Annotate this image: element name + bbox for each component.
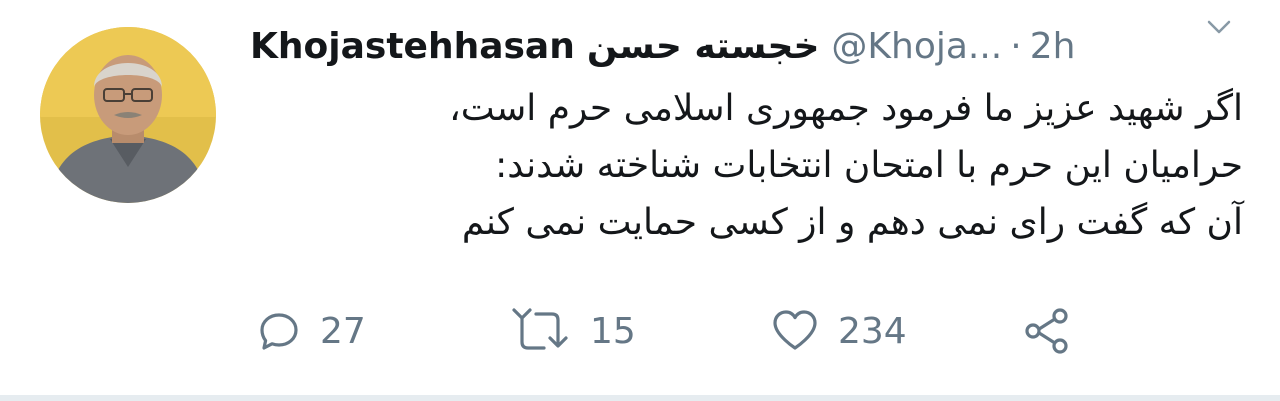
retweet-button[interactable]: 15 [508, 306, 636, 356]
like-button[interactable]: 234 [770, 306, 907, 356]
tweet-text-line: حرامیان این حرم با امتحان انتخابات شناخت… [495, 145, 1243, 186]
separator-dot: · [1010, 26, 1022, 67]
share-icon [1025, 308, 1068, 354]
retweet-count: 15 [590, 310, 636, 352]
divider [0, 395, 1280, 401]
tweet-header: Khojastehhasan خجسته حسن @Khoja... · 2h [250, 22, 1260, 72]
tweet-text-line: آن که گفت رای نمی دهم و از کسی حمایت نمی… [461, 202, 1243, 243]
user-handle[interactable]: @Khoja... [831, 22, 1002, 72]
avatar[interactable] [40, 27, 216, 203]
display-name-persian[interactable]: خجسته حسن [587, 22, 820, 72]
reply-icon [260, 313, 298, 350]
timestamp[interactable]: 2h [1030, 22, 1076, 72]
chevron-down-icon[interactable] [1204, 12, 1234, 42]
tweet-text: اگر شهید عزیز ما فرمود جمهوری اسلامی حرم… [350, 80, 1243, 251]
tweet-card[interactable]: Khojastehhasan خجسته حسن @Khoja... · 2h … [0, 0, 1280, 395]
retweet-icon [512, 308, 568, 350]
reply-button[interactable]: 27 [256, 306, 366, 356]
like-count: 234 [838, 310, 907, 352]
avatar-image [40, 27, 216, 203]
reply-count: 27 [320, 310, 366, 352]
share-button[interactable] [1022, 306, 1072, 356]
tweet-text-line: اگر شهید عزیز ما فرمود جمهوری اسلامی حرم… [449, 88, 1243, 129]
display-name[interactable]: Khojastehhasan [250, 22, 575, 72]
heart-icon [773, 310, 817, 350]
